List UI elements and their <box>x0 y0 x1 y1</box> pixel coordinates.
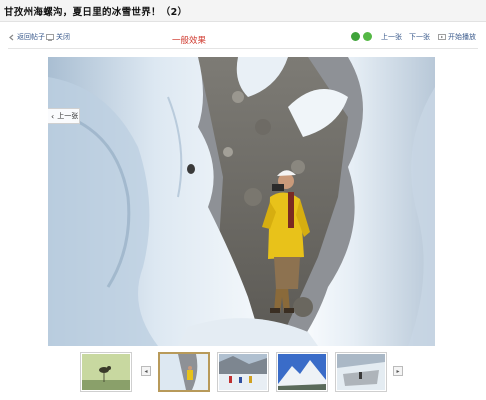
display-mode-label: 一般效果 <box>172 36 207 46</box>
back-to-post-label: 返回帖子 <box>17 33 45 41</box>
back-arrow-icon <box>9 34 14 40</box>
page-title: 甘孜州海螺沟，夏日里的冰雪世界！（2） <box>4 7 188 18</box>
toolbar-divider <box>8 48 478 49</box>
thumbnails-next-button[interactable]: ▸ <box>393 366 403 376</box>
slideshow-link[interactable]: 开始播放 <box>438 31 476 43</box>
chevron-left-icon: ‹ <box>51 111 55 121</box>
play-icon <box>438 33 446 40</box>
prev-photo-overlay-label: 上一张 <box>57 112 79 120</box>
group-thumbnail-image <box>219 354 267 390</box>
mountain-thumbnail-image <box>278 354 326 390</box>
green-refresh-icon[interactable] <box>351 32 360 41</box>
thumbnail-snow-mountain[interactable] <box>276 352 328 392</box>
prev-photo-link[interactable]: 上一张 <box>381 31 402 43</box>
glacier-cave-photo <box>48 57 435 346</box>
close-link[interactable]: 关闭 <box>46 31 70 43</box>
bird-thumbnail-image <box>82 354 130 390</box>
thumbnail-strip: ◂ ▸ <box>0 352 486 392</box>
slideshow-label: 开始播放 <box>448 33 476 41</box>
climber-thumbnail-image <box>160 354 208 390</box>
main-photo[interactable] <box>48 57 435 346</box>
next-photo-link[interactable]: 下一张 <box>409 31 430 43</box>
thumbnail-bird[interactable] <box>80 352 132 392</box>
green-leaf-icon[interactable] <box>363 32 372 41</box>
thumbnails-prev-button[interactable]: ◂ <box>141 366 151 376</box>
close-window-icon <box>46 33 54 41</box>
glacier-climber-thumbnail-image <box>337 354 385 390</box>
title-bar: 甘孜州海螺沟，夏日里的冰雪世界！（2） <box>0 0 486 22</box>
toolbar: 返回帖子 关闭 一般效果 上一张 下一张 开始播放 <box>0 22 486 52</box>
thumbnail-climber-ice-cave[interactable] <box>158 352 210 392</box>
thumbnail-glacier-climber[interactable] <box>335 352 387 392</box>
back-to-post-link[interactable]: 返回帖子 <box>8 31 45 43</box>
thumbnail-glacier-group[interactable] <box>217 352 269 392</box>
close-label: 关闭 <box>56 33 70 41</box>
prev-photo-overlay-button[interactable]: ‹ 上一张 <box>48 108 80 124</box>
